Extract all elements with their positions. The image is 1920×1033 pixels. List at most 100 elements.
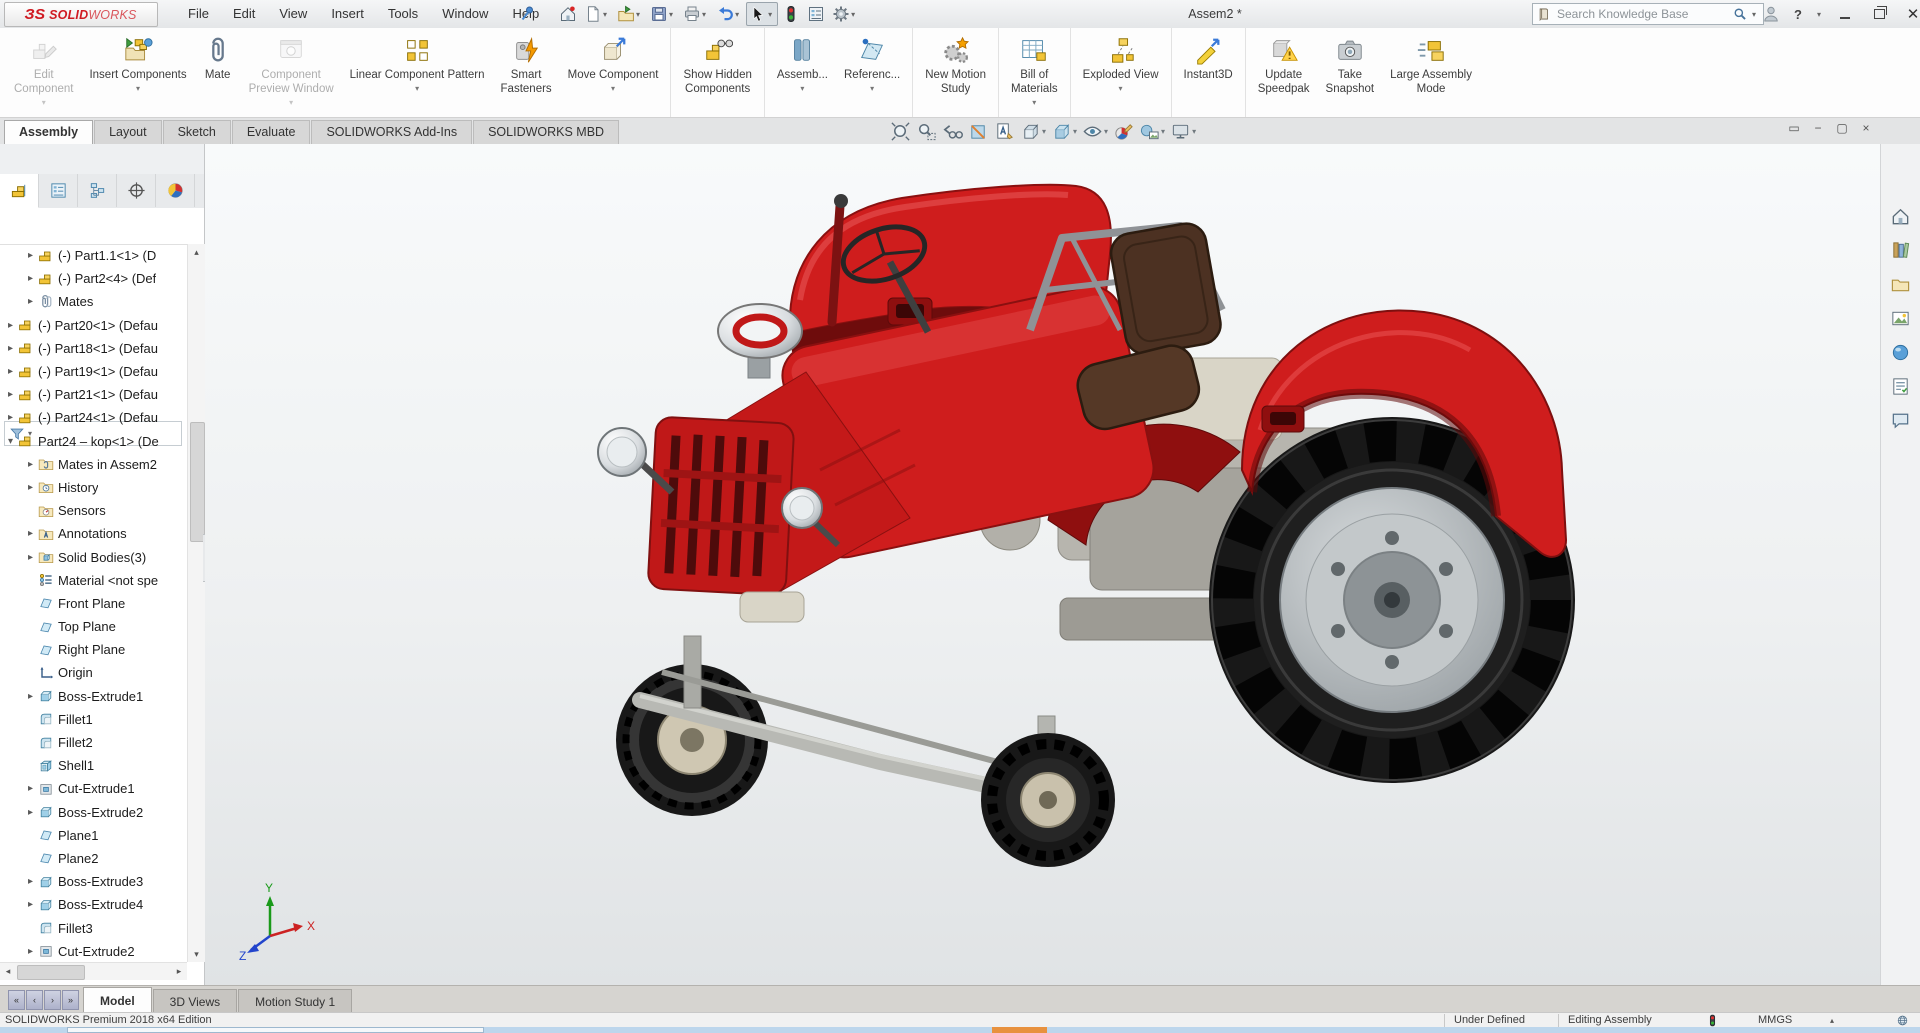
- tree-item[interactable]: (-) Part21<1> (Defau: [0, 383, 186, 406]
- quick-access-button[interactable]: ▾: [614, 2, 646, 26]
- quick-access-button[interactable]: ▾: [680, 2, 712, 26]
- dropdown-caret-icon[interactable]: ▾: [42, 98, 46, 108]
- tree-item[interactable]: Top Plane: [0, 615, 186, 638]
- dropdown-caret-icon[interactable]: ▾: [768, 10, 772, 19]
- tree-item[interactable]: Fillet1: [0, 708, 186, 731]
- tree-item[interactable]: History: [0, 476, 186, 499]
- panel-tab[interactable]: [39, 174, 78, 207]
- menu-item[interactable]: Tools: [376, 0, 430, 28]
- dropdown-caret-icon[interactable]: ▾: [603, 10, 607, 19]
- restore-button[interactable]: [1866, 3, 1892, 25]
- tree-item[interactable]: Boss-Extrude1: [0, 685, 186, 708]
- tree-item[interactable]: (-) Part18<1> (Defau: [0, 337, 186, 360]
- command-button[interactable]: Referenc... ▾: [836, 28, 913, 117]
- task-pane-icon[interactable]: [1890, 342, 1911, 363]
- tags-globe-icon[interactable]: [1896, 1014, 1909, 1027]
- login-person-icon[interactable]: [1762, 5, 1780, 23]
- tree-item[interactable]: Fillet3: [0, 916, 186, 939]
- dropdown-caret-icon[interactable]: ▾: [1042, 127, 1046, 136]
- tab-nav-button[interactable]: »: [62, 990, 79, 1010]
- expand-arrow-icon[interactable]: [24, 899, 37, 910]
- tree-item[interactable]: Cut-Extrude1: [0, 777, 186, 800]
- view-tool-button[interactable]: ▾: [1137, 119, 1167, 143]
- task-pane-icon[interactable]: [1890, 410, 1911, 431]
- command-button[interactable]: Edit Component ▾: [6, 28, 81, 117]
- tree-item[interactable]: Origin: [0, 661, 186, 684]
- menu-item[interactable]: File: [176, 0, 221, 28]
- quick-access-button[interactable]: ▾: [829, 2, 861, 26]
- quick-access-button[interactable]: [556, 2, 580, 26]
- dropdown-caret-icon[interactable]: ▾: [136, 84, 140, 94]
- graphics-viewport[interactable]: Y X Z: [205, 144, 1880, 985]
- command-button[interactable]: Take Snapshot ▾: [1318, 28, 1383, 117]
- search-icon[interactable]: [1733, 7, 1747, 21]
- expand-arrow-icon[interactable]: [24, 783, 37, 794]
- command-button[interactable]: Linear Component Pattern ▾: [342, 28, 493, 117]
- quick-access-button[interactable]: ▾: [581, 2, 613, 26]
- expand-arrow-icon[interactable]: [24, 691, 37, 702]
- command-button[interactable]: Bill of Materials ▾: [1003, 28, 1071, 117]
- command-button[interactable]: Component Preview Window ▾: [241, 28, 342, 117]
- expand-arrow-icon[interactable]: [24, 528, 37, 539]
- expand-arrow-icon[interactable]: [24, 876, 37, 887]
- task-pane-icon[interactable]: [1890, 308, 1911, 329]
- units-caret-icon[interactable]: ▴: [1830, 1013, 1834, 1028]
- menu-item[interactable]: Window: [430, 0, 500, 28]
- tree-item[interactable]: Plane1: [0, 824, 186, 847]
- dropdown-caret-icon[interactable]: ▾: [1119, 84, 1123, 94]
- tree-item[interactable]: Sensors: [0, 499, 186, 522]
- tree-item[interactable]: (-) Part19<1> (Defau: [0, 360, 186, 383]
- menu-item[interactable]: View: [267, 0, 319, 28]
- task-pane-icon[interactable]: [1890, 240, 1911, 261]
- expand-arrow-icon[interactable]: [24, 946, 37, 957]
- view-tool-button[interactable]: ▾: [940, 119, 965, 143]
- task-pane-icon[interactable]: [1890, 376, 1911, 397]
- quick-access-button[interactable]: ▾: [713, 2, 745, 26]
- scroll-down-icon[interactable]: ▾: [188, 946, 205, 962]
- doc-window-button[interactable]: ×: [1858, 121, 1874, 135]
- command-button[interactable]: Smart Fasteners ▾: [493, 28, 560, 117]
- command-button[interactable]: Mate ▾: [195, 28, 241, 117]
- scrollbar-thumb[interactable]: [17, 965, 85, 980]
- scroll-left-icon[interactable]: ◂: [0, 963, 16, 980]
- tree-horizontal-scrollbar[interactable]: ◂ ▸: [0, 962, 187, 980]
- expand-arrow-icon[interactable]: [24, 459, 37, 470]
- front-weight[interactable]: [740, 592, 804, 622]
- ribbon-tab[interactable]: SOLIDWORKS Add-Ins: [311, 120, 472, 144]
- ribbon-tab[interactable]: Evaluate: [232, 120, 311, 144]
- quick-access-button[interactable]: [779, 2, 803, 26]
- quick-access-button[interactable]: ▾: [647, 2, 679, 26]
- tree-item[interactable]: Material <not spe: [0, 569, 186, 592]
- tab-nav-button[interactable]: ‹: [26, 990, 43, 1010]
- scroll-up-icon[interactable]: ▴: [188, 244, 205, 260]
- tree-item[interactable]: Annotations: [0, 522, 186, 545]
- tree-item[interactable]: (-) Part1.1<1> (D: [0, 244, 186, 267]
- front-right-wheel[interactable]: [981, 733, 1115, 867]
- expand-arrow-icon[interactable]: [24, 482, 37, 493]
- expand-arrow-icon[interactable]: [24, 273, 37, 284]
- doc-window-button[interactable]: ▢: [1834, 121, 1850, 135]
- dropdown-caret-icon[interactable]: ▾: [870, 84, 874, 94]
- dropdown-caret-icon[interactable]: ▾: [611, 84, 615, 94]
- menu-item[interactable]: Edit: [221, 0, 267, 28]
- minimize-button[interactable]: [1832, 3, 1858, 25]
- scroll-right-icon[interactable]: ▸: [171, 963, 187, 980]
- task-pane-icon[interactable]: [1890, 274, 1911, 295]
- command-button[interactable]: Show Hidden Components ▾: [675, 28, 764, 117]
- ribbon-tab[interactable]: Sketch: [163, 120, 231, 144]
- tree-item[interactable]: (-) Part20<1> (Defau: [0, 314, 186, 337]
- command-button[interactable]: Exploded View ▾: [1075, 28, 1172, 117]
- view-tool-button[interactable]: ▾: [966, 119, 991, 143]
- tree-item[interactable]: Plane2: [0, 847, 186, 870]
- tree-vertical-scrollbar[interactable]: ▴ ▾: [187, 244, 205, 962]
- tree-item[interactable]: Fillet2: [0, 731, 186, 754]
- command-button[interactable]: New Motion Study ▾: [917, 28, 999, 117]
- quick-access-button[interactable]: [804, 2, 828, 26]
- units-selector[interactable]: MMGS: [1758, 1013, 1792, 1028]
- tree-item[interactable]: Solid Bodies(3): [0, 545, 186, 568]
- task-pane-icon[interactable]: [1890, 206, 1911, 227]
- dropdown-caret-icon[interactable]: ▾: [415, 84, 419, 94]
- view-tool-button[interactable]: ▾: [992, 119, 1017, 143]
- dropdown-caret-icon[interactable]: ▾: [702, 10, 706, 19]
- view-tool-button[interactable]: ▾: [1111, 119, 1136, 143]
